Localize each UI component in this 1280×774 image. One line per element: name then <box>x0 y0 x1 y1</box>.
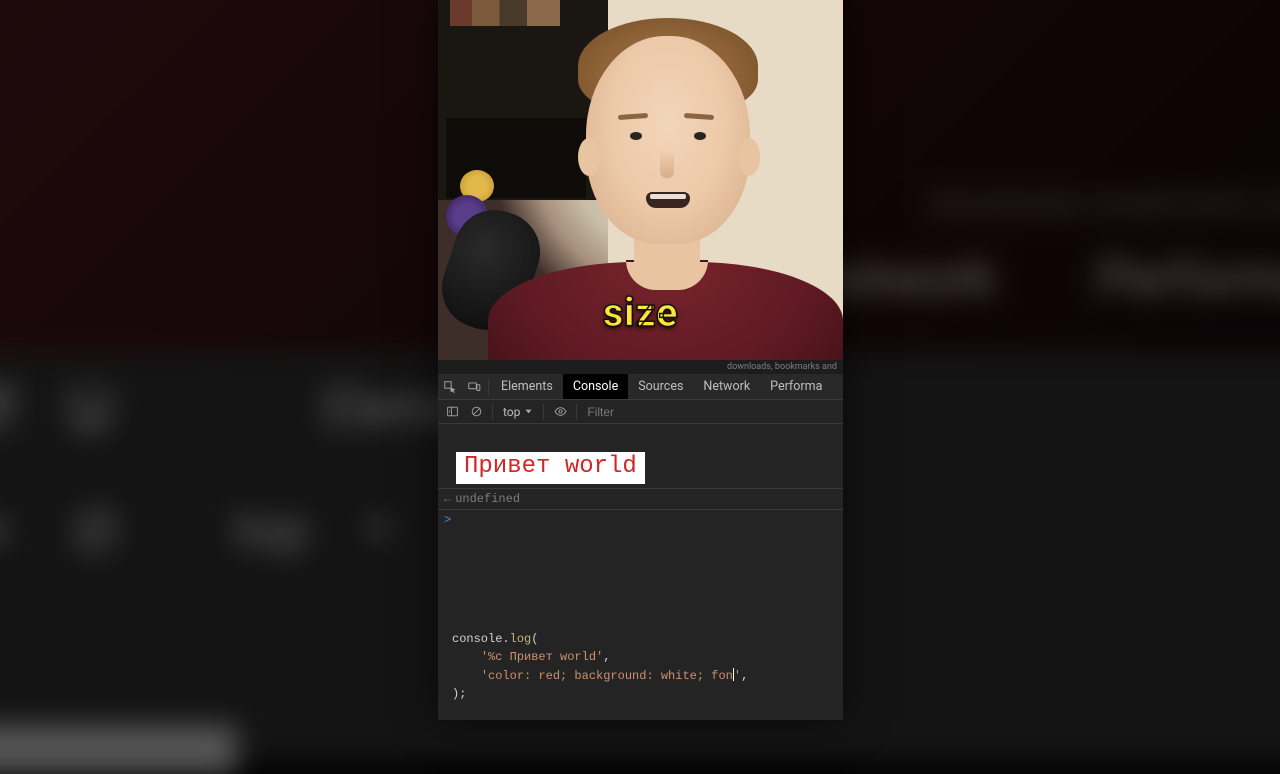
devtools-hint: downloads, bookmarks and <box>438 360 843 374</box>
inspect-element-icon[interactable] <box>438 380 462 394</box>
bg-hint-text: downloads, bookmarks and <box>929 184 1280 221</box>
console-sidebar-toggle-icon[interactable] <box>442 405 462 418</box>
devtools-tab-strip: Elements Console Sources Network Perform… <box>438 374 843 400</box>
console-log-row: Привет world <box>438 424 843 489</box>
prompt-chevron-icon: > <box>444 513 451 527</box>
vertical-video-frame: size downloads, bookmarks and Elements C… <box>438 0 843 720</box>
code-editor-snippet[interactable]: console.log( '%c Привет world', 'color: … <box>438 620 843 720</box>
console-return-row: ← undefined <box>438 489 843 510</box>
styled-log-output: Привет world <box>456 452 645 484</box>
bg-tab-performance: Performa <box>1097 249 1280 309</box>
console-filter-input[interactable] <box>583 403 713 421</box>
execution-context-selector[interactable]: top <box>499 405 537 419</box>
console-output: Привет world ← undefined > console.log( … <box>438 424 843 720</box>
live-expression-icon[interactable] <box>550 405 570 418</box>
return-arrow-icon: ← <box>444 492 451 506</box>
console-prompt[interactable]: > <box>438 510 843 530</box>
video-caption: size <box>438 289 843 336</box>
presenter-webcam: size <box>438 0 843 360</box>
device-toolbar-icon[interactable] <box>462 380 486 394</box>
tab-performance[interactable]: Performa <box>760 374 832 399</box>
bg-context: top <box>233 500 308 560</box>
chevron-down-icon <box>524 407 533 416</box>
chrome-devtools: downloads, bookmarks and Elements Consol… <box>438 360 843 720</box>
tab-sources[interactable]: Sources <box>628 374 693 399</box>
tab-console[interactable]: Console <box>563 374 628 399</box>
return-value: undefined <box>455 492 520 506</box>
clear-console-icon[interactable] <box>466 405 486 418</box>
context-label: top <box>503 405 520 419</box>
tab-network[interactable]: Network <box>693 374 760 399</box>
console-toolbar: top <box>438 400 843 424</box>
tab-elements[interactable]: Elements <box>491 374 563 399</box>
